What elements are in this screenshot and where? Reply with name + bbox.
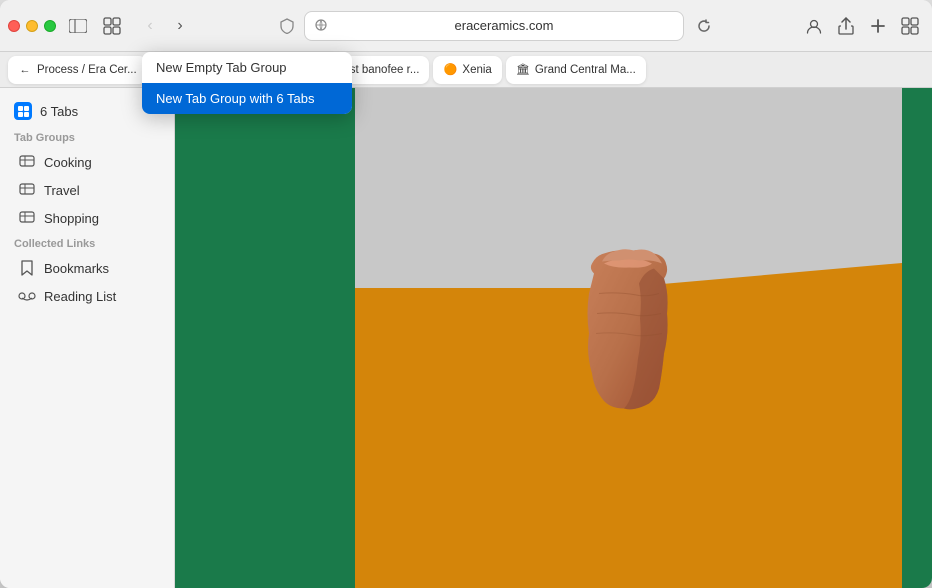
maximize-button[interactable]: [44, 20, 56, 32]
tab-groups-header: Tab Groups: [0, 126, 174, 148]
reading-list-icon: [18, 287, 36, 305]
dropdown-item-new-empty[interactable]: New Empty Tab Group: [142, 52, 352, 83]
share-button[interactable]: [832, 12, 860, 40]
tab-group-button[interactable]: [98, 12, 126, 40]
ceramic-object: [564, 234, 694, 424]
sidebar-toggle-button[interactable]: [68, 16, 88, 36]
toolbar-right: [800, 12, 924, 40]
cooking-label: Cooking: [44, 155, 92, 170]
address-bar[interactable]: eraceramics.com: [304, 11, 684, 41]
current-tabs-icon: [14, 102, 32, 120]
reload-button[interactable]: [692, 14, 716, 38]
travel-label: Travel: [44, 183, 80, 198]
address-area: eraceramics.com: [200, 11, 794, 41]
account-button[interactable]: [800, 12, 828, 40]
main-content: 6 Tabs Tab Groups Cooking: [0, 88, 932, 588]
dropdown-item-new-empty-label: New Empty Tab Group: [156, 60, 287, 75]
tab-label-4: Grand Central Ma...: [535, 64, 636, 76]
cooking-icon: [18, 153, 36, 171]
shopping-icon: [18, 209, 36, 227]
traffic-lights: [8, 20, 56, 32]
webpage: [175, 88, 932, 588]
travel-icon: [18, 181, 36, 199]
sidebar-item-shopping[interactable]: Shopping: [4, 204, 170, 232]
tab-0[interactable]: ← Process / Era Cer...: [8, 56, 147, 84]
sidebar-item-bookmarks[interactable]: Bookmarks: [4, 254, 170, 282]
titlebar: ‹ › eraceramics.com: [0, 0, 932, 52]
tab-4[interactable]: 🏛 Grand Central Ma...: [506, 56, 646, 84]
content-area[interactable]: [175, 88, 932, 588]
tab-favicon-0: ←: [18, 63, 32, 77]
privacy-icon[interactable]: [278, 17, 296, 35]
webpage-center: [355, 88, 902, 588]
back-button[interactable]: ‹: [136, 12, 164, 40]
forward-button[interactable]: ›: [166, 12, 194, 40]
reading-list-label: Reading List: [44, 289, 116, 304]
sidebar-item-cooking[interactable]: Cooking: [4, 148, 170, 176]
sidebar: 6 Tabs Tab Groups Cooking: [0, 88, 175, 588]
collected-links-header: Collected Links: [0, 232, 174, 254]
tabs-bar: ← Process / Era Cer... 📋 The Periodic Ta…: [0, 52, 932, 88]
shopping-label: Shopping: [44, 211, 99, 226]
browser-window: ‹ › eraceramics.com: [0, 0, 932, 588]
tab-favicon-4: 🏛: [516, 63, 530, 77]
dropdown-item-with-tabs-label: New Tab Group with 6 Tabs: [156, 91, 315, 106]
bookmark-icon: [18, 259, 36, 277]
ceramic-scene: [355, 88, 902, 588]
sidebar-item-reading-list[interactable]: Reading List: [4, 282, 170, 310]
bookmarks-label: Bookmarks: [44, 261, 109, 276]
tab-label-0: Process / Era Cer...: [37, 64, 137, 76]
sidebar-item-travel[interactable]: Travel: [4, 176, 170, 204]
tab-overview-button[interactable]: [896, 12, 924, 40]
close-button[interactable]: [8, 20, 20, 32]
site-favicon: [315, 19, 329, 33]
dropdown-menu: New Empty Tab Group New Tab Group with 6…: [142, 52, 352, 114]
minimize-button[interactable]: [26, 20, 38, 32]
current-tabs-label: 6 Tabs: [40, 104, 78, 119]
webpage-left-green: [175, 88, 355, 588]
dropdown-item-with-tabs[interactable]: New Tab Group with 6 Tabs: [142, 83, 352, 114]
tab-3[interactable]: 🟠 Xenia: [433, 56, 501, 84]
tab-favicon-3: 🟠: [443, 63, 457, 77]
nav-buttons: ‹ ›: [136, 12, 194, 40]
webpage-right-green: [902, 88, 932, 588]
new-tab-button[interactable]: [864, 12, 892, 40]
tab-label-3: Xenia: [462, 64, 491, 76]
address-text: eraceramics.com: [335, 18, 673, 33]
